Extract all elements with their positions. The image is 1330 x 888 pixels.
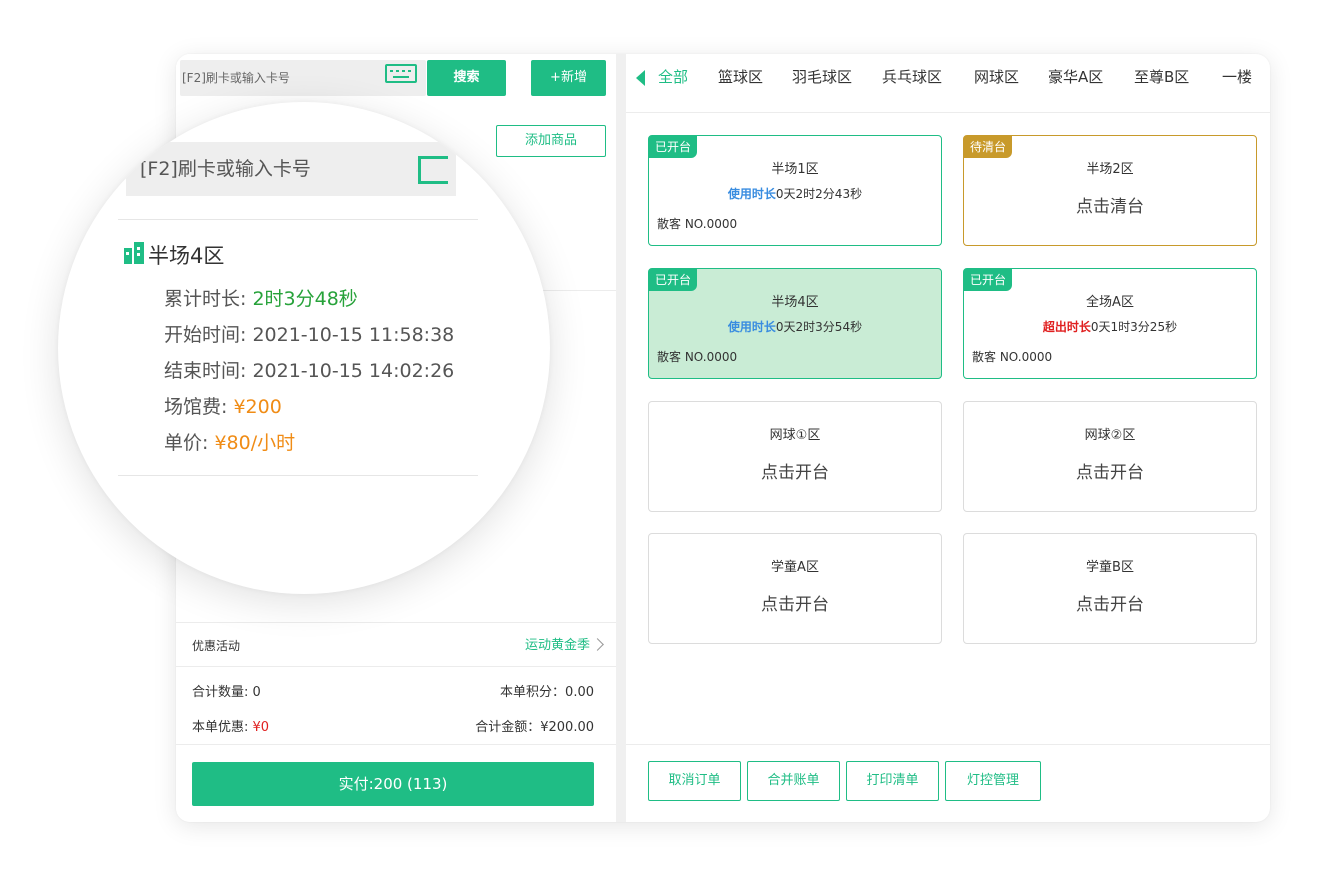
venue-name: 半场2区	[1086, 162, 1134, 177]
status-badge: 已开台	[649, 269, 698, 291]
venue-card[interactable]: 网球①区 点击开台	[648, 401, 942, 512]
status-badge: 已开台	[649, 136, 698, 158]
row-value: 2021-10-15 11:58:38	[252, 324, 455, 346]
venue-title: 半场4区	[148, 244, 225, 268]
venue-card[interactable]: 待清台 半场2区 点击清台	[963, 135, 1257, 246]
card-search-placeholder: [F2]刷卡或输入卡号	[182, 71, 290, 85]
venue-card[interactable]: 已开台 半场1区 使用时长0天2时2分43秒 散客 NO.0000	[648, 135, 942, 246]
venue-name: 全场A区	[1086, 295, 1134, 310]
unit-price: 单价: ¥80/小时	[164, 428, 295, 455]
order-points: 本单积分：0.00	[500, 685, 594, 700]
tab-pingpong[interactable]: 兵乓球区	[882, 66, 942, 87]
accumulated-duration: 累计时长: 2时3分48秒	[164, 284, 358, 311]
open-table-action[interactable]: 点击开台	[964, 590, 1256, 615]
divider	[118, 219, 478, 220]
tab-luxury-a[interactable]: 豪华A区	[1048, 66, 1103, 87]
venue-name: 学童A区	[771, 560, 819, 575]
chevron-right-icon	[591, 638, 604, 651]
zoom-callout: [F2]刷卡或输入卡号 半场4区 累计时长: 2时3分48秒 开始时间: 202…	[58, 102, 550, 594]
venue-name: 半场4区	[771, 295, 819, 310]
light-control-button[interactable]: 灯控管理	[945, 761, 1041, 801]
order-discount-value: ¥0	[252, 720, 270, 735]
row-label: 结束时间:	[164, 360, 253, 382]
row-label: 累计时长:	[164, 288, 253, 310]
tab-badminton[interactable]: 羽毛球区	[792, 66, 852, 87]
arrow-left-icon[interactable]	[636, 70, 645, 86]
guest-label: 散客 NO.0000	[972, 350, 1053, 364]
row-value: ¥200	[233, 396, 282, 418]
row-value: 2021-10-15 14:02:26	[252, 360, 455, 382]
open-table-action[interactable]: 点击开台	[964, 458, 1256, 483]
merge-bill-button[interactable]: 合并账单	[747, 761, 840, 801]
tab-first-floor[interactable]: 一楼	[1222, 66, 1252, 87]
divider	[118, 475, 478, 476]
venue-card[interactable]: 网球②区 点击开台	[963, 401, 1257, 512]
venue-card[interactable]: 学童B区 点击开台	[963, 533, 1257, 644]
panel-divider	[616, 54, 626, 822]
tab-supreme-b[interactable]: 至尊B区	[1134, 66, 1189, 87]
venue-name: 半场1区	[771, 162, 819, 177]
venue-card[interactable]: 已开台 全场A区 超出时长0天1时3分25秒 散客 NO.0000	[963, 268, 1257, 379]
guest-label: 散客 NO.0000	[657, 350, 738, 364]
status-badge: 待清台	[964, 136, 1013, 158]
print-list-button[interactable]: 打印清单	[846, 761, 939, 801]
search-button[interactable]: 搜索	[427, 60, 506, 96]
promo-label: 优惠活动	[192, 639, 241, 653]
add-goods-button[interactable]: 添加商品	[496, 125, 606, 157]
row-label: 开始时间:	[164, 324, 253, 346]
venue-card[interactable]: 学童A区 点击开台	[648, 533, 942, 644]
overtime-duration: 超出时长0天1时3分25秒	[964, 318, 1256, 335]
row-label: 场馆费:	[164, 396, 234, 418]
divider	[176, 666, 616, 667]
tab-tennis[interactable]: 网球区	[974, 66, 1019, 87]
venue-name: 学童B区	[1086, 560, 1134, 575]
open-table-action[interactable]: 点击开台	[649, 590, 941, 615]
pay-button[interactable]: 实付:200 (113)	[192, 762, 594, 806]
area-tabs: 全部 篮球区 羽毛球区 兵乓球区 网球区 豪华A区 至尊B区 一楼	[626, 54, 1270, 102]
promo-value[interactable]: 运动黄金季	[525, 628, 590, 664]
duration-value: 0天2时3分54秒	[775, 320, 863, 334]
total-quantity: 合计数量: 0	[192, 685, 261, 700]
usage-duration: 使用时长0天2时2分43秒	[649, 185, 941, 202]
duration-label: 使用时长	[727, 320, 776, 334]
divider	[626, 744, 1270, 745]
venue-fee: 场馆费: ¥200	[164, 392, 282, 419]
venue-name: 网球②区	[1084, 428, 1136, 443]
tab-all[interactable]: 全部	[658, 66, 688, 87]
cancel-order-button[interactable]: 取消订单	[648, 761, 741, 801]
divider	[176, 622, 616, 623]
venue-panel: 全部 篮球区 羽毛球区 兵乓球区 网球区 豪华A区 至尊B区 一楼 已开台 半场…	[626, 54, 1270, 822]
row-value: ¥80/小时	[214, 432, 296, 454]
start-time: 开始时间: 2021-10-15 11:58:38	[164, 320, 454, 347]
keyboard-icon[interactable]	[385, 64, 417, 83]
promo-row[interactable]: 优惠活动 运动黄金季	[192, 628, 604, 664]
duration-value: 0天2时2分43秒	[775, 187, 863, 201]
keyboard-icon	[418, 156, 448, 184]
order-discount: 本单优惠: ¥0	[192, 716, 269, 735]
add-member-button[interactable]: +新增	[531, 60, 606, 96]
status-badge: 已开台	[964, 269, 1013, 291]
open-table-action[interactable]: 点击开台	[649, 458, 941, 483]
end-time: 结束时间: 2021-10-15 14:02:26	[164, 356, 454, 383]
venue-card[interactable]: 已开台 半场4区 使用时长0天2时3分54秒 散客 NO.0000	[648, 268, 942, 379]
duration-label: 超出时长	[1042, 320, 1091, 334]
venue-name: 网球①区	[769, 428, 821, 443]
zoomed-search-input: [F2]刷卡或输入卡号	[126, 142, 456, 196]
clear-table-action[interactable]: 点击清台	[964, 192, 1256, 217]
duration-label: 使用时长	[727, 187, 776, 201]
guest-label: 散客 NO.0000	[657, 217, 738, 231]
building-icon	[124, 242, 144, 264]
divider	[176, 744, 616, 745]
order-discount-label: 本单优惠:	[192, 720, 253, 735]
usage-duration: 使用时长0天2时3分54秒	[649, 318, 941, 335]
row-label: 单价:	[164, 432, 215, 454]
divider	[626, 112, 1270, 113]
duration-value: 0天1时3分25秒	[1090, 320, 1178, 334]
tab-basketball[interactable]: 篮球区	[718, 66, 763, 87]
row-value: 2时3分48秒	[252, 288, 358, 310]
total-amount: 合计金额：¥200.00	[475, 720, 594, 735]
